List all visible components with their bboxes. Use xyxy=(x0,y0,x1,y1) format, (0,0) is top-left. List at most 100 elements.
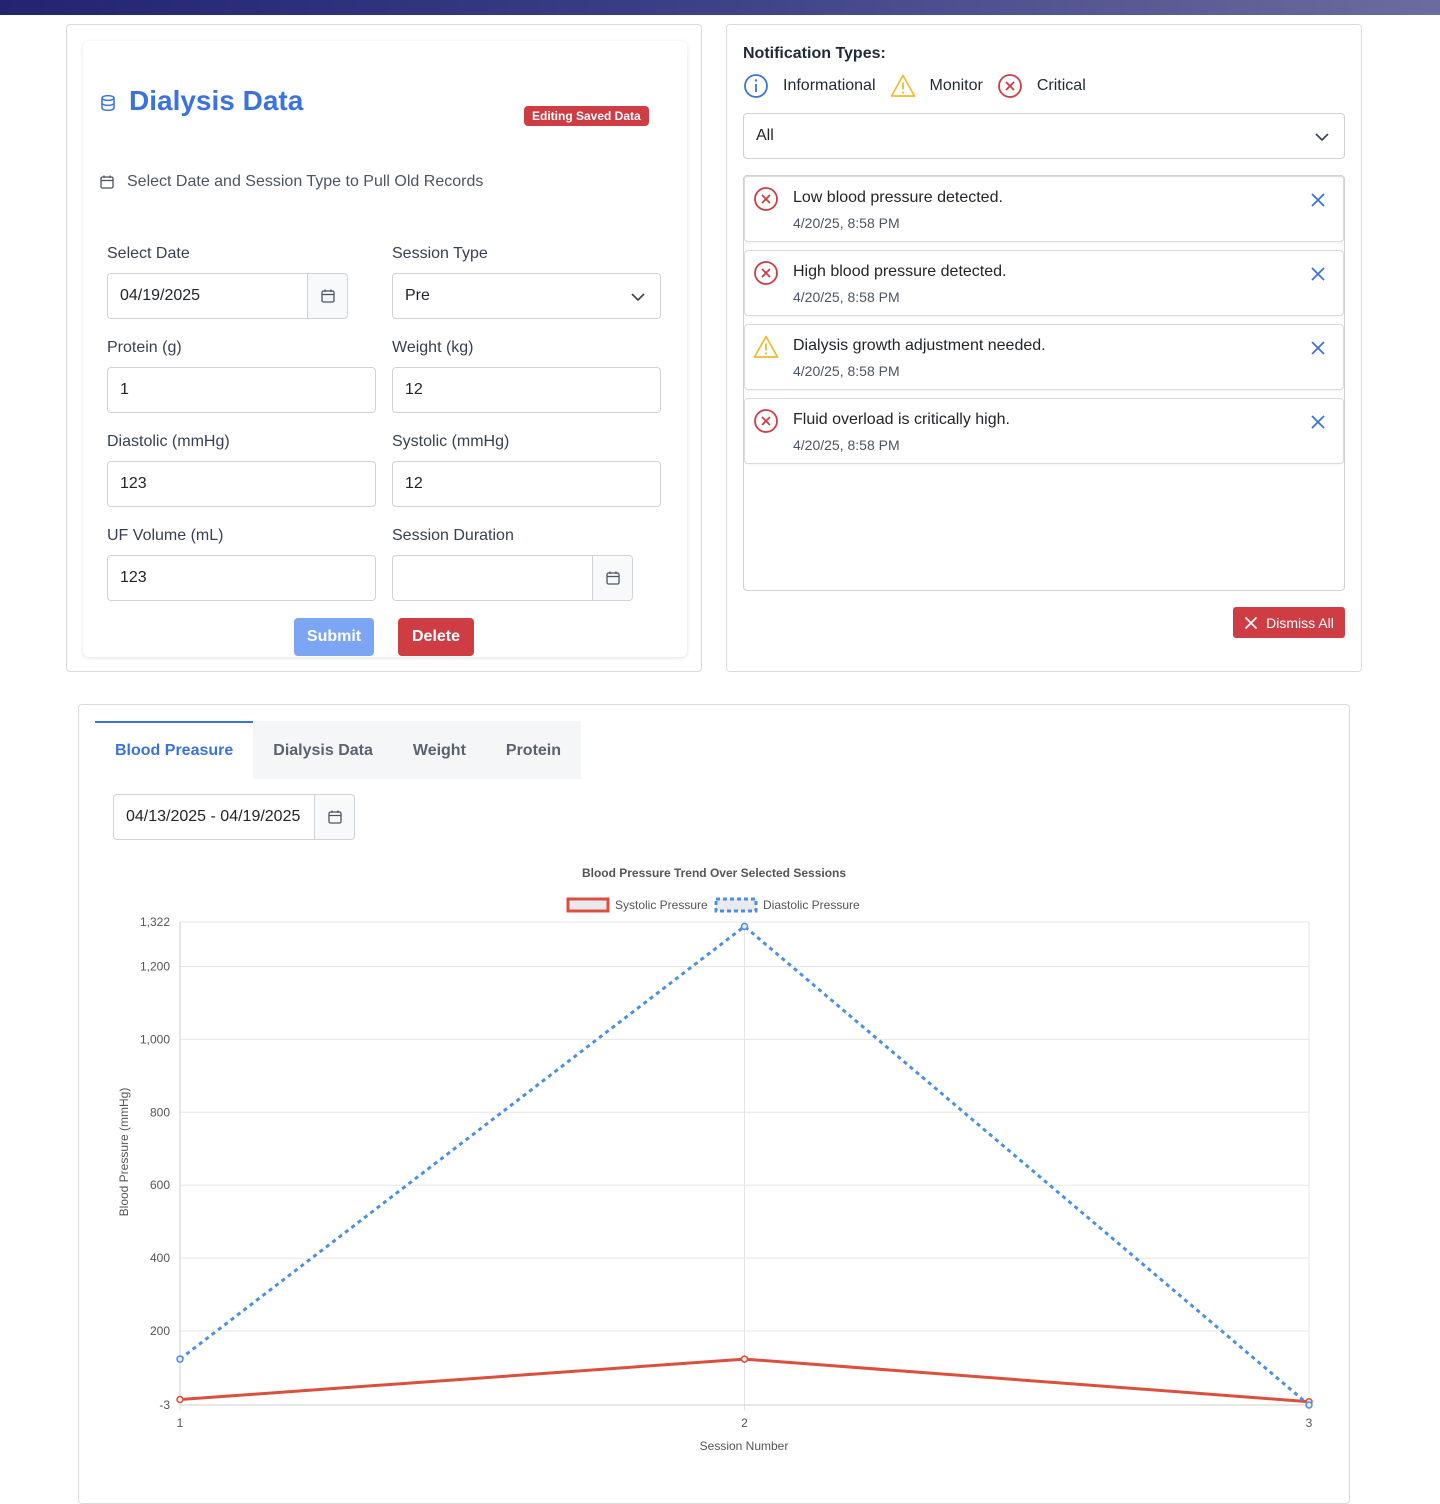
data-point xyxy=(740,1355,749,1363)
x-circle-icon xyxy=(754,261,778,285)
y-tick-label: 200 xyxy=(150,1324,170,1338)
date-range-value: 04/13/2025 - 04/19/2025 xyxy=(126,808,301,825)
uf-volume-label: UF Volume (mL) xyxy=(107,527,224,544)
notification-message: Low blood pressure detected. xyxy=(793,189,1003,206)
chart-legend: Systolic Pressure Diastolic Pressure xyxy=(566,897,860,913)
notification-item: High blood pressure detected. 4/20/25, 8… xyxy=(744,250,1344,316)
tab-blood-pressure[interactable]: Blood Preasure xyxy=(95,721,254,779)
systolic-input[interactable]: 12 xyxy=(392,461,661,507)
dialysis-form-card: Dialysis Data Editing Saved Data Select … xyxy=(66,24,702,672)
notification-filter-value: All xyxy=(756,127,774,144)
close-icon[interactable] xyxy=(1309,191,1327,209)
data-point xyxy=(176,1395,184,1404)
x-axis-label: Session Number xyxy=(700,1439,789,1453)
select-date-picker-button[interactable] xyxy=(307,274,347,318)
y-tick-label: -3 xyxy=(159,1398,170,1412)
legend-swatch xyxy=(566,897,610,913)
x-circle-icon xyxy=(754,409,778,433)
form-subtitle: Select Date and Session Type to Pull Old… xyxy=(127,173,484,190)
delete-button[interactable]: Delete xyxy=(398,618,474,656)
type-monitor-label: Monitor xyxy=(929,77,983,94)
warning-triangle-icon xyxy=(753,335,779,358)
close-icon xyxy=(1245,616,1258,629)
x-axis-ticks: 1 2 3 xyxy=(177,1416,1313,1430)
submit-button[interactable]: Submit xyxy=(294,618,374,656)
blood-pressure-chart: Blood Pressure Trend Over Selected Sessi… xyxy=(117,866,1313,1453)
notification-list[interactable]: Low blood pressure detected. 4/20/25, 8:… xyxy=(743,175,1345,591)
warning-triangle-icon xyxy=(890,74,915,97)
uf-volume-input[interactable]: 123 xyxy=(107,555,376,601)
x-tick-label: 3 xyxy=(1306,1416,1313,1430)
date-range-picker-button[interactable] xyxy=(314,795,354,839)
y-tick-label: 1,000 xyxy=(140,1032,170,1046)
info-circle-icon xyxy=(744,74,768,98)
tab-weight[interactable]: Weight xyxy=(393,721,486,779)
chart-tabs: Blood Preasure Dialysis Data Weight Prot… xyxy=(95,721,582,779)
close-icon[interactable] xyxy=(1309,413,1327,431)
session-type-label: Session Type xyxy=(392,245,488,262)
uf-volume-value: 123 xyxy=(120,569,147,586)
calendar-icon xyxy=(605,571,620,585)
session-duration-label: Session Duration xyxy=(392,527,514,544)
type-informational-label: Informational xyxy=(783,77,876,94)
session-duration-picker-button[interactable] xyxy=(592,556,632,600)
y-axis-label: Blood Pressure (mmHg) xyxy=(117,1088,131,1217)
x-tick-label: 1 xyxy=(177,1416,184,1430)
top-header-bar xyxy=(0,0,1440,15)
chart-card: Blood Preasure Dialysis Data Weight Prot… xyxy=(78,704,1350,1504)
notification-time: 4/20/25, 8:58 PM xyxy=(793,363,900,379)
legend-swatch xyxy=(714,897,758,913)
y-tick-label: 800 xyxy=(150,1105,170,1119)
date-range-input[interactable]: 04/13/2025 - 04/19/2025 xyxy=(113,794,355,840)
x-circle-icon xyxy=(754,187,778,211)
chart-title: Blood Pressure Trend Over Selected Sessi… xyxy=(582,866,846,880)
select-date-input[interactable]: 04/19/2025 xyxy=(107,273,348,319)
tab-protein[interactable]: Protein xyxy=(486,721,581,779)
dismiss-all-button[interactable]: Dismiss All xyxy=(1233,607,1345,638)
weight-input[interactable]: 12 xyxy=(392,367,661,413)
systolic-value: 12 xyxy=(405,475,423,492)
form-title-row: Dialysis Data xyxy=(99,85,303,117)
y-tick-label: 400 xyxy=(150,1251,170,1265)
chevron-down-icon xyxy=(631,293,645,302)
notification-message: Fluid overload is critically high. xyxy=(793,411,1010,428)
systolic-label: Systolic (mmHg) xyxy=(392,433,510,450)
data-point xyxy=(1305,1401,1313,1409)
weight-value: 12 xyxy=(405,381,423,398)
notification-item: Fluid overload is critically high. 4/20/… xyxy=(744,398,1344,464)
diastolic-input[interactable]: 123 xyxy=(107,461,376,507)
type-critical: Critical xyxy=(997,73,1086,99)
calendar-icon xyxy=(100,175,114,189)
x-circle-icon xyxy=(997,74,1022,98)
form-subtitle-row: Select Date and Session Type to Pull Old… xyxy=(99,173,483,191)
diastolic-value: 123 xyxy=(120,475,147,492)
calendar-icon xyxy=(320,289,335,303)
chart-grid xyxy=(179,921,1310,1411)
diastolic-label: Diastolic (mmHg) xyxy=(107,433,230,450)
type-critical-label: Critical xyxy=(1036,77,1086,94)
session-type-select[interactable]: Pre xyxy=(392,273,661,319)
session-type-value: Pre xyxy=(405,287,430,304)
tab-dialysis-data[interactable]: Dialysis Data xyxy=(253,721,393,779)
select-date-label: Select Date xyxy=(107,245,190,262)
y-tick-label: 1,322 xyxy=(140,915,170,929)
session-duration-input[interactable] xyxy=(392,555,633,601)
select-date-value: 04/19/2025 xyxy=(120,287,201,304)
protein-input[interactable]: 1 xyxy=(107,367,376,413)
notification-types-legend: Informational Monitor Critical xyxy=(743,73,1100,99)
close-icon[interactable] xyxy=(1309,339,1327,357)
legend-label: Diastolic Pressure xyxy=(763,898,860,912)
protein-label: Protein (g) xyxy=(107,339,182,356)
dialysis-form-panel: Dialysis Data Editing Saved Data Select … xyxy=(83,41,687,657)
weight-label: Weight (kg) xyxy=(392,339,474,356)
notification-filter-select[interactable]: All xyxy=(743,113,1345,159)
type-informational: Informational xyxy=(743,73,876,99)
protein-value: 1 xyxy=(120,381,129,398)
form-title: Dialysis Data xyxy=(129,85,304,116)
notification-item: Dialysis growth adjustment needed. 4/20/… xyxy=(744,324,1344,390)
close-icon[interactable] xyxy=(1309,265,1327,283)
chevron-down-icon xyxy=(1315,133,1329,142)
data-point xyxy=(740,922,749,931)
notifications-card: Notification Types: Informational Monito… xyxy=(726,24,1362,672)
notification-time: 4/20/25, 8:58 PM xyxy=(793,215,900,231)
